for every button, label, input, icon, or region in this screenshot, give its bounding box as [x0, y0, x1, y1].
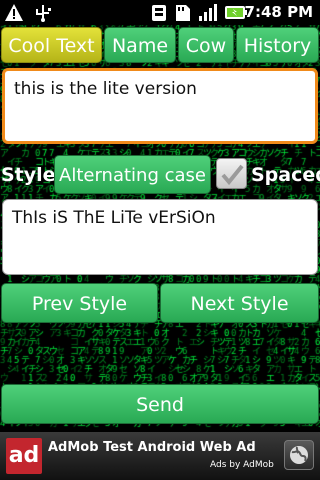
tab-history[interactable]: History [236, 27, 319, 63]
alert-icon [5, 4, 23, 21]
ad-byline: Ads by AdMob [210, 460, 274, 470]
spaced-checkbox[interactable] [216, 158, 247, 189]
prev-style-button[interactable]: Prev Style [1, 283, 158, 323]
spaced-label: Spaced [251, 164, 320, 186]
input-text-field[interactable]: this is the lite version [2, 68, 318, 144]
ad-title[interactable]: AdMob Test Android Web Ad [48, 440, 256, 455]
tab-name[interactable]: Name [104, 27, 176, 63]
tab-bar: Cool Text Name Cow History [0, 26, 320, 66]
tab-cow[interactable]: Cow [178, 27, 234, 63]
check-icon [221, 164, 244, 186]
status-bar: 7:48 PM [0, 0, 320, 25]
sd-card-icon [176, 5, 190, 21]
next-style-button[interactable]: Next Style [160, 283, 319, 323]
usb-icon [36, 5, 51, 22]
notification-icon [152, 5, 166, 21]
output-text-field[interactable]: ThIs iS ThE LiTe vErSiOn [2, 199, 318, 275]
clock: 7:48 PM [244, 3, 313, 21]
tab-cool-text[interactable]: Cool Text [1, 27, 102, 63]
send-button[interactable]: Send [1, 384, 319, 424]
signal-icon [199, 4, 217, 21]
admob-logo: ad [6, 438, 42, 474]
style-selector-button[interactable]: Alternating case [54, 155, 211, 194]
globe-icon[interactable] [284, 440, 314, 470]
